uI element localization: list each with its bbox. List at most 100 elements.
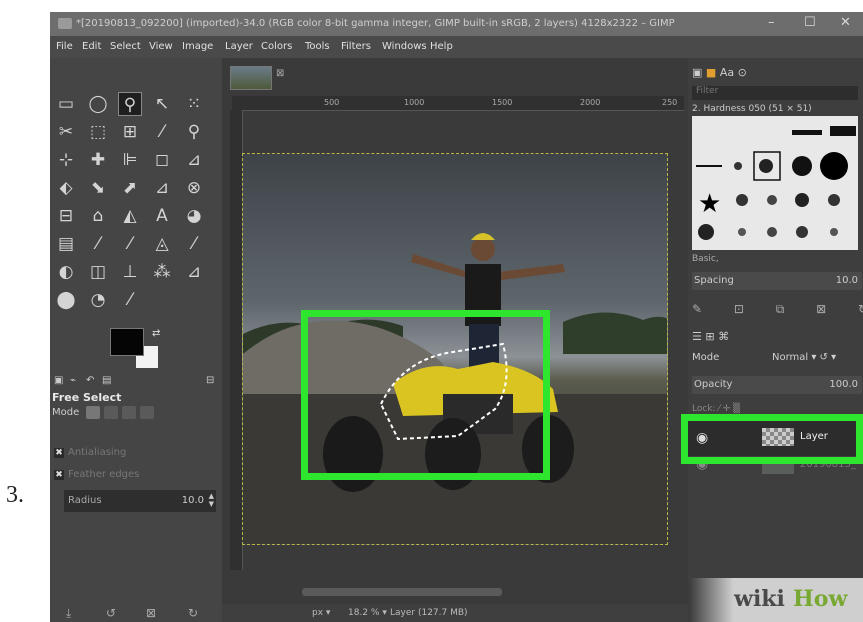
rect-select-tool-icon[interactable]: ▭ bbox=[54, 92, 78, 116]
spin-arrows-icon[interactable]: ▲ ▼ bbox=[209, 492, 214, 508]
horizontal-ruler[interactable]: 500 1000 1500 2000 250 bbox=[232, 96, 684, 111]
unified-transform-tool-icon[interactable]: ⊿ bbox=[182, 148, 206, 172]
radius-spinbox[interactable]: Radius 10.0 ▲ ▼ bbox=[64, 490, 216, 512]
rotate-tool-icon[interactable]: ⬖ bbox=[54, 176, 78, 200]
menu-select[interactable]: Select bbox=[110, 41, 141, 52]
menu-file[interactable]: File bbox=[56, 41, 73, 52]
heal-tool-icon[interactable]: ⁂ bbox=[150, 260, 174, 284]
menu-windows[interactable]: Windows bbox=[382, 41, 427, 52]
layers-tabs[interactable]: ☰ ⊞ ⌘ bbox=[692, 330, 729, 343]
menu-colors[interactable]: Colors bbox=[261, 41, 292, 52]
align-tool-icon[interactable]: ⊫ bbox=[118, 148, 142, 172]
image-canvas[interactable] bbox=[242, 153, 668, 545]
layer-row[interactable]: ◉ Layer bbox=[688, 420, 863, 456]
patterns-tab-icon[interactable]: ■ bbox=[706, 66, 716, 79]
close-tab-icon[interactable]: ⊠ bbox=[276, 68, 284, 79]
free-select-tool-icon[interactable]: ⚲ bbox=[118, 92, 142, 116]
menu-view[interactable]: View bbox=[149, 41, 173, 52]
fuzzy-select-tool-icon[interactable]: ↖ bbox=[150, 92, 174, 116]
radius-value: 10.0 bbox=[181, 495, 204, 506]
paintbrush-tool-icon[interactable]: ⁄ bbox=[118, 232, 142, 256]
swap-colors-icon[interactable]: ⇄ bbox=[152, 328, 160, 339]
visibility-eye-icon[interactable]: ◉ bbox=[696, 430, 708, 446]
images-tab-icon[interactable]: ▤ bbox=[102, 375, 111, 386]
antialiasing-label: Antialiasing bbox=[68, 447, 127, 458]
unit-selector[interactable]: px ▾ bbox=[312, 608, 330, 618]
brushes-tab-icon[interactable]: ▣ bbox=[692, 66, 702, 79]
menu-image[interactable]: Image bbox=[182, 41, 213, 52]
delete-options-icon[interactable]: ⊠ bbox=[146, 606, 156, 620]
clone-tool-icon[interactable]: ⊥ bbox=[118, 260, 142, 284]
mode-replace-button[interactable] bbox=[86, 406, 100, 419]
zoom-selector[interactable]: 18.2 % ▾ bbox=[348, 608, 387, 618]
image-tab-thumbnail[interactable] bbox=[230, 66, 272, 90]
layer-mode-select[interactable]: Normal ▾ ↺ ▾ bbox=[772, 352, 836, 363]
document-history-tab-icon[interactable]: ⊙ bbox=[738, 66, 747, 79]
configure-tab-icon[interactable]: ⊟ bbox=[206, 375, 214, 386]
mode-subtract-button[interactable] bbox=[122, 406, 136, 419]
airbrush-tool-icon[interactable]: ⁄ bbox=[182, 232, 206, 256]
undo-history-tab-icon[interactable]: ↶ bbox=[86, 375, 94, 386]
cage-transform-tool-icon[interactable]: ⌂ bbox=[86, 204, 110, 228]
restore-options-icon[interactable]: ↺ bbox=[106, 606, 116, 620]
spacing-slider[interactable]: Spacing 10.0 bbox=[692, 272, 862, 290]
ink-tool-icon[interactable]: ◐ bbox=[54, 260, 78, 284]
bucket-fill-tool-icon[interactable]: ◕ bbox=[182, 204, 206, 228]
color-picker-tool-icon[interactable]: ⁄ bbox=[150, 120, 174, 144]
measure-tool-icon[interactable]: ⊹ bbox=[54, 148, 78, 172]
paths-tool-icon[interactable]: ⊞ bbox=[118, 120, 142, 144]
minimize-button[interactable]: – bbox=[768, 15, 775, 30]
brush-tag[interactable]: Basic, bbox=[692, 254, 719, 264]
menu-filters[interactable]: Filters bbox=[341, 41, 371, 52]
zoom-tool-icon[interactable]: ⚲ bbox=[182, 120, 206, 144]
ellipse-select-tool-icon[interactable]: ◯ bbox=[86, 92, 110, 116]
pencil-tool-icon[interactable]: ⁄ bbox=[86, 232, 110, 256]
text-tool-icon[interactable]: A bbox=[150, 204, 174, 228]
warp-transform-tool-icon[interactable]: ◭ bbox=[118, 204, 142, 228]
device-status-tab-icon[interactable]: ⌁ bbox=[70, 375, 76, 386]
opacity-slider[interactable]: Opacity 100.0 bbox=[692, 376, 862, 394]
tool-options-tab-icon[interactable]: ▣ bbox=[54, 375, 63, 386]
mode-intersect-button[interactable] bbox=[140, 406, 154, 419]
foreground-select-tool-icon[interactable]: ⬚ bbox=[86, 120, 110, 144]
maximize-button[interactable]: ☐ bbox=[804, 15, 816, 30]
visibility-eye-icon[interactable]: ◉ bbox=[696, 456, 708, 472]
flip-tool-icon[interactable]: ⊟ bbox=[54, 204, 78, 228]
dodge-burn-tool-icon[interactable]: ⁄ bbox=[118, 288, 142, 312]
menu-help[interactable]: Help bbox=[430, 41, 453, 52]
antialiasing-checkbox[interactable]: ✖ bbox=[54, 448, 64, 458]
crop-tool-icon[interactable]: ◻ bbox=[150, 148, 174, 172]
menu-edit[interactable]: Edit bbox=[82, 41, 101, 52]
feather-edges-checkbox[interactable]: ✖ bbox=[54, 470, 64, 480]
eraser-tool-icon[interactable]: ◬ bbox=[150, 232, 174, 256]
brush-grid[interactable]: ★ bbox=[692, 116, 858, 250]
scale-tool-icon[interactable]: ⬊ bbox=[86, 176, 110, 200]
perspective-clone-tool-icon[interactable]: ⊿ bbox=[182, 260, 206, 284]
layer-row-background[interactable]: ◉ 20190813_ bbox=[688, 456, 863, 476]
gradient-tool-icon[interactable]: ▤ bbox=[54, 232, 78, 256]
lock-row[interactable]: Lock: ⁄ ✛ ▒ bbox=[692, 404, 740, 414]
blur-tool-icon[interactable]: ⬤ bbox=[54, 288, 78, 312]
mypaint-brush-tool-icon[interactable]: ◫ bbox=[86, 260, 110, 284]
save-options-icon[interactable]: ⤓ bbox=[66, 606, 71, 621]
mode-add-button[interactable] bbox=[104, 406, 118, 419]
close-button[interactable]: ✕ bbox=[840, 15, 851, 30]
toolbox-bottom-bar: ⤓ ↺ ⊠ ↻ bbox=[50, 606, 222, 622]
spacing-value: 10.0 bbox=[835, 275, 858, 286]
foreground-color-swatch[interactable] bbox=[110, 328, 144, 356]
select-by-color-tool-icon[interactable]: ⁙ bbox=[182, 92, 206, 116]
scissors-tool-icon[interactable]: ✂ bbox=[54, 120, 78, 144]
3d-transform-tool-icon[interactable]: ⊗ bbox=[182, 176, 206, 200]
menu-layer[interactable]: Layer bbox=[225, 41, 253, 52]
reset-options-icon[interactable]: ↻ bbox=[188, 606, 198, 620]
brush-tool-icons[interactable]: ✎ ⊡ ⧉ ⊠ ↻ ⌂ bbox=[692, 302, 863, 317]
menu-tools[interactable]: Tools bbox=[305, 41, 330, 52]
smudge-tool-icon[interactable]: ◔ bbox=[86, 288, 110, 312]
svg-text:★: ★ bbox=[698, 189, 721, 219]
brush-filter-input[interactable]: Filter bbox=[692, 86, 858, 100]
fonts-tab-icon[interactable]: Aa bbox=[720, 66, 734, 79]
horizontal-scrollbar[interactable] bbox=[302, 588, 502, 596]
perspective-tool-icon[interactable]: ⊿ bbox=[150, 176, 174, 200]
shear-tool-icon[interactable]: ⬈ bbox=[118, 176, 142, 200]
move-tool-icon[interactable]: ✚ bbox=[86, 148, 110, 172]
